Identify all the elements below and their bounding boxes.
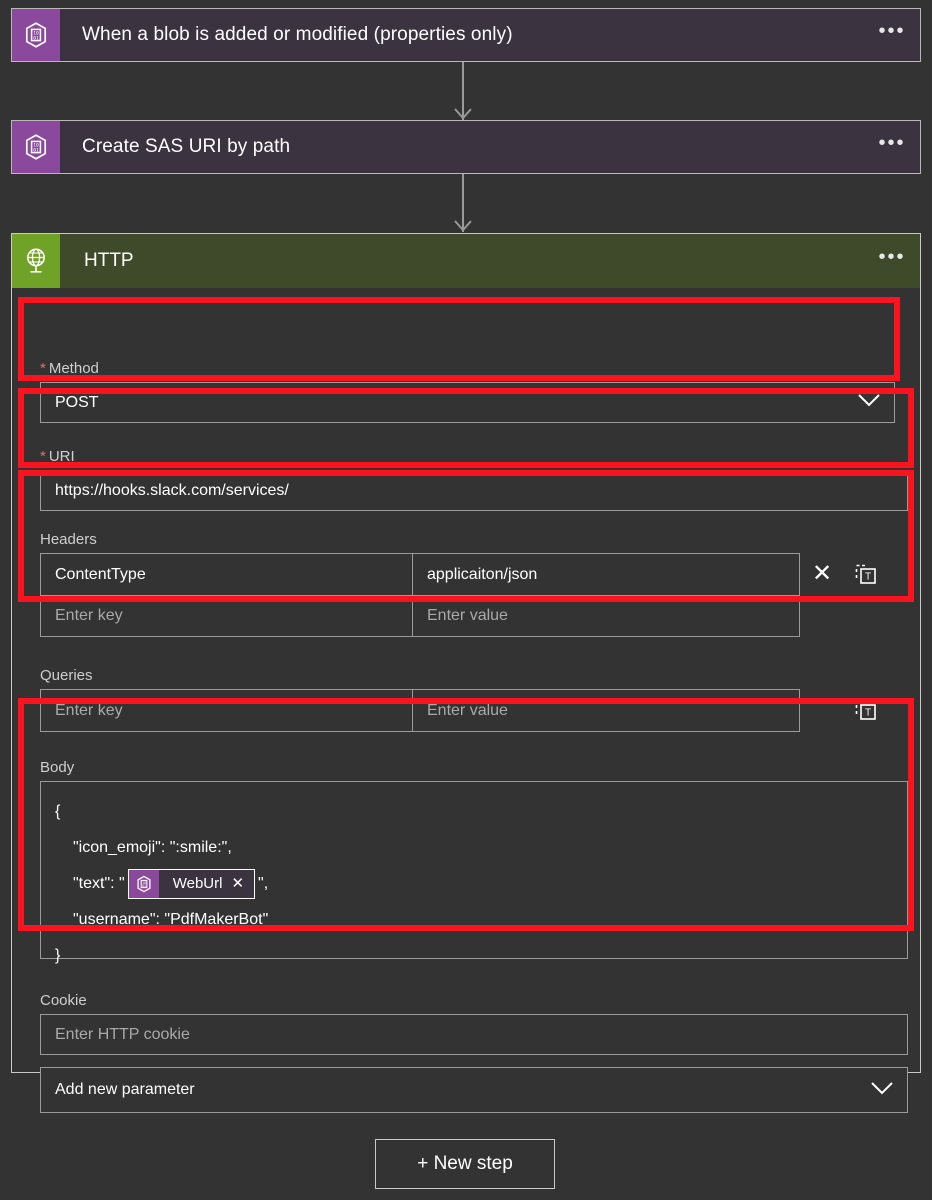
body-line-text: "username": "PdfMakerBot" [73, 911, 269, 928]
query-value-input[interactable]: Enter value [413, 690, 799, 731]
switch-to-text-mode-icon[interactable]: T [844, 689, 888, 730]
connector-arrow-icon [453, 219, 473, 233]
connector-2 [432, 174, 494, 232]
method-field-group: * Method POST [40, 360, 895, 423]
header-key-input-empty[interactable]: Enter key [41, 596, 413, 636]
body-line: { [55, 794, 893, 830]
azure-blob-storage-icon: 10 01 [12, 121, 60, 173]
body-line-suffix: ", [258, 875, 269, 892]
svg-text:01: 01 [33, 35, 39, 41]
body-textarea[interactable]: { "icon_emoji": ":smile:", "text": " 10 … [40, 781, 908, 964]
uri-label-row: * URI [40, 448, 908, 470]
table-row[interactable]: Enter key Enter value [41, 690, 799, 731]
body-label: Body [40, 759, 75, 776]
uri-input[interactable]: https://hooks.slack.com/services/ [40, 470, 908, 511]
azure-blob-storage-icon: 10 01 [12, 9, 60, 61]
body-field-group: Body { "icon_emoji": ":smile:", "text": … [40, 759, 908, 964]
step-card-create-sas-uri[interactable]: 10 01 Create SAS URI by path ••• [11, 120, 921, 174]
headers-row-actions: ✕ T [800, 553, 888, 594]
step-menu-button-blob-trigger[interactable]: ••• [864, 9, 920, 61]
header-key-input[interactable]: ContentType [41, 554, 413, 595]
headers-field-group: Headers ContentType applicaiton/json Ent… [40, 531, 908, 637]
svg-text:T: T [865, 571, 871, 582]
method-dropdown[interactable]: POST [40, 382, 895, 423]
globe-icon [12, 234, 60, 288]
step-title-create-sas-uri: Create SAS URI by path [82, 136, 291, 157]
logic-app-designer-canvas: 10 01 When a blob is added or modified (… [0, 0, 932, 1200]
required-marker: * [40, 448, 46, 465]
add-new-parameter-label: Add new parameter [55, 1081, 195, 1098]
uri-label: URI [48, 448, 75, 465]
dynamic-content-token-weburl[interactable]: 10 01 WebUrl ✕ [127, 866, 256, 902]
azure-blob-storage-icon: 10 01 [128, 870, 159, 898]
queries-table: Enter key Enter value ✕ T [40, 689, 908, 732]
table-row[interactable]: ContentType applicaiton/json [41, 554, 799, 595]
cookie-input[interactable]: Enter HTTP cookie [40, 1014, 908, 1055]
step-card-blob-trigger[interactable]: 10 01 When a blob is added or modified (… [11, 8, 921, 62]
http-action-card: HTTP ••• * Method POST * URI https://hoo… [11, 233, 921, 1113]
new-step-label: + New step [417, 1153, 513, 1174]
queries-label: Queries [40, 667, 93, 684]
uri-field-group: * URI https://hooks.slack.com/services/ [40, 448, 908, 511]
method-label: Method [48, 360, 99, 377]
delete-header-row-button[interactable]: ✕ [800, 553, 844, 594]
add-new-parameter-dropdown[interactable]: Add new parameter [40, 1067, 908, 1113]
svg-text:01: 01 [33, 147, 39, 153]
header-value-input[interactable]: applicaiton/json [413, 554, 799, 595]
body-line: "username": "PdfMakerBot" [55, 902, 893, 938]
http-card-menu-button[interactable]: ••• [864, 234, 920, 288]
step-title-blob-trigger: When a blob is added or modified (proper… [82, 24, 513, 45]
cookie-field-group: Cookie Enter HTTP cookie [40, 992, 908, 1055]
svg-text:T: T [865, 707, 871, 718]
switch-to-text-mode-icon[interactable]: T [844, 553, 888, 594]
method-label-row: * Method [40, 360, 895, 382]
header-value-input-empty[interactable]: Enter value [413, 596, 799, 636]
method-value: POST [55, 393, 99, 411]
cookie-label: Cookie [40, 992, 87, 1009]
new-step-button[interactable]: + New step [375, 1139, 555, 1189]
step-menu-button-create-sas-uri[interactable]: ••• [864, 121, 920, 173]
required-marker: * [40, 360, 46, 377]
headers-grid: ContentType applicaiton/json Enter key E… [40, 553, 800, 637]
body-line: } [55, 938, 893, 974]
headers-table: ContentType applicaiton/json Enter key E… [40, 553, 908, 637]
table-row[interactable]: Enter key Enter value [41, 595, 799, 636]
remove-token-button[interactable]: ✕ [231, 866, 254, 902]
connector-1 [432, 62, 494, 120]
body-line: "icon_emoji": ":smile:", [55, 830, 893, 866]
connector-arrow-icon [453, 107, 473, 121]
body-line-with-token: "text": " 10 01 WebUrl ✕ ", [55, 866, 893, 902]
headers-label: Headers [40, 531, 97, 548]
body-line-text: { [55, 803, 61, 820]
chevron-down-icon [856, 392, 882, 413]
add-parameter-group: Add new parameter [40, 1067, 908, 1113]
uri-value: https://hooks.slack.com/services/ [55, 481, 289, 499]
queries-row-actions: ✕ T [800, 689, 888, 730]
chevron-down-icon [869, 1080, 895, 1101]
body-line-text: } [55, 947, 61, 964]
body-line-prefix: "text": " [73, 875, 125, 892]
svg-text:01: 01 [142, 884, 146, 888]
query-key-input[interactable]: Enter key [41, 690, 413, 731]
queries-grid: Enter key Enter value [40, 689, 800, 732]
queries-field-group: Queries Enter key Enter value ✕ [40, 667, 908, 732]
body-line-text: "icon_emoji": ":smile:", [73, 839, 232, 856]
http-card-header[interactable]: HTTP ••• [12, 234, 920, 288]
token-label: WebUrl [172, 875, 223, 892]
http-card-title: HTTP [84, 250, 134, 271]
cookie-placeholder: Enter HTTP cookie [55, 1025, 190, 1043]
